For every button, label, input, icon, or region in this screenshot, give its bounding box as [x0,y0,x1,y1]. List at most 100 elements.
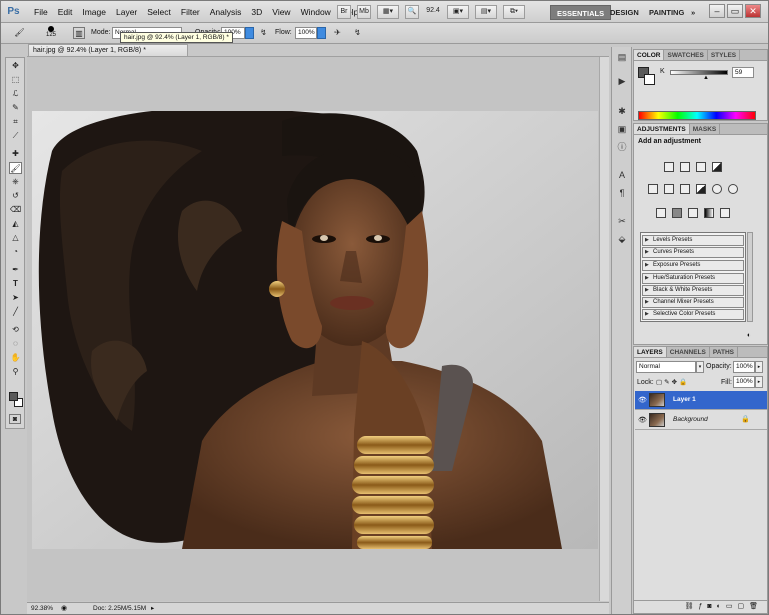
preset-hue-saturation[interactable]: Hue/Saturation Presets [642,273,744,284]
menu-filter[interactable]: Filter [176,1,205,23]
channel-mixer-icon[interactable] [728,184,738,194]
menu-file[interactable]: File [29,1,53,23]
arrange-documents-icon[interactable]: ⧉▾ [503,5,525,19]
pen-tool-icon[interactable]: ✒ [9,264,22,276]
3d-rotate-tool-icon[interactable]: ⟲ [9,324,22,336]
layer-row[interactable]: 👁 Background 🔒 [635,411,767,430]
color-bg-swatch[interactable] [644,74,655,85]
workspace-design[interactable]: DESIGN [604,5,645,20]
layer-name[interactable]: Background [673,416,708,423]
bridge-button[interactable]: Br [337,5,351,19]
3d-panel-icon[interactable]: ✱ [616,105,628,117]
lock-icons[interactable]: ▢✎✥🔒 [656,378,689,386]
workspace-essentials[interactable]: ESSENTIALS [550,5,612,20]
k-slider[interactable] [670,70,728,75]
color-swatches[interactable] [9,392,23,408]
visibility-eye-icon[interactable]: 👁 [638,416,647,424]
vibrance-icon[interactable] [648,184,658,194]
document-canvas[interactable] [32,111,598,549]
menu-image[interactable]: Image [77,1,111,23]
presets-scrollbar[interactable] [747,232,753,322]
pressure-size-icon[interactable]: ↯ [351,27,364,39]
foreground-color-swatch[interactable] [9,392,18,401]
eyedropper-tool-icon[interactable]: ⟋ [9,130,22,142]
minimize-button[interactable]: – [709,4,725,18]
pressure-opacity-icon[interactable]: ↯ [257,27,270,39]
crop-tool-icon[interactable]: ⌗ [9,116,22,128]
flow-input[interactable]: 100% [295,27,317,39]
minibridge-button[interactable]: Mb [357,5,371,19]
spot-healing-tool-icon[interactable]: ✚ [9,148,22,160]
black-white-icon[interactable] [696,184,706,194]
exposure-icon[interactable] [712,162,722,172]
marquee-tool-icon[interactable]: ⬚ [9,74,22,86]
fill-input[interactable]: 100% [733,376,755,388]
paint-bucket-tool-icon[interactable]: ◭ [9,218,22,230]
clone-source-panel-icon[interactable]: ▣ [616,123,628,135]
clone-stamp-tool-icon[interactable]: ⎈ [9,176,22,188]
arrange-icon[interactable]: ▤▾ [475,5,497,19]
preset-levels[interactable]: Levels Presets [642,235,744,246]
posterize-icon[interactable] [672,208,682,218]
color-spectrum-ramp[interactable] [638,111,756,120]
opacity-arrow-icon[interactable] [245,27,254,39]
brush-tool-icon[interactable]: 🖌 [9,162,22,174]
zoom-icon[interactable]: 🔍 [405,5,419,19]
eraser-tool-icon[interactable]: ⌫ [9,204,22,216]
brush-picker[interactable]: 125 [41,25,61,43]
preset-curves[interactable]: Curves Presets [642,247,744,258]
gradient-map-icon[interactable] [704,208,714,218]
status-info-icon[interactable]: ◉ [61,603,67,614]
airbrush-icon[interactable]: ✈ [331,27,344,39]
threshold-icon[interactable] [688,208,698,218]
tab-styles[interactable]: STYLES [708,50,741,60]
tab-paths[interactable]: PATHS [710,347,738,357]
menu-layer[interactable]: Layer [111,1,142,23]
zoom-readout[interactable]: 92.38% [31,603,53,614]
quick-selection-tool-icon[interactable]: ✎ [9,102,22,114]
preset-channel-mixer[interactable]: Channel Mixer Presets [642,297,744,308]
hand-tool-icon[interactable]: ✋ [9,352,22,364]
3d-orbit-tool-icon[interactable]: ◌ [9,338,22,350]
adjustments-footer-icon[interactable]: ◐ [747,332,751,339]
vertical-scrollbar[interactable] [599,57,609,601]
menu-view[interactable]: View [267,1,295,23]
brush-tool-preset-icon[interactable]: 🖌 [13,27,26,39]
dodge-tool-icon[interactable]: ◔ [9,246,22,258]
curves-icon[interactable] [696,162,706,172]
quick-mask-icon[interactable]: ◙ [9,414,21,424]
tab-channels[interactable]: CHANNELS [667,347,710,357]
preset-black-white[interactable]: Black & White Presets [642,285,744,296]
paragraph-panel-icon[interactable]: ¶ [616,187,628,199]
view-extras-icon[interactable]: ▦▾ [377,5,399,19]
workspace-painting[interactable]: PAINTING [643,5,690,20]
lasso-tool-icon[interactable]: ℒ [9,88,22,100]
zoom-tool-icon[interactable]: ⚲ [9,366,22,378]
photo-filter-icon[interactable] [712,184,722,194]
tool-presets-icon[interactable]: ✂ [616,215,628,227]
preset-exposure[interactable]: Exposure Presets [642,260,744,271]
path-selection-tool-icon[interactable]: ➤ [9,292,22,304]
shape-tool-icon[interactable]: ╱ [9,306,22,318]
visibility-eye-icon[interactable]: 👁 [638,396,647,404]
brush-presets-icon[interactable]: ⬙ [616,233,628,245]
k-slider-thumb-icon[interactable]: ▲ [703,75,709,81]
flow-arrow-icon[interactable] [317,27,326,39]
tab-adjustments[interactable]: ADJUSTMENTS [634,124,690,134]
tab-color[interactable]: COLOR [634,50,665,60]
hue-saturation-icon[interactable] [664,184,674,194]
status-menu-icon[interactable]: ▸ [151,603,154,614]
blur-tool-icon[interactable]: △ [9,232,22,244]
history-panel-icon[interactable]: ▤ [616,51,628,63]
type-tool-icon[interactable]: T [9,278,22,290]
levels-icon[interactable] [680,162,690,172]
menu-3d[interactable]: 3D [246,1,267,23]
menu-edit[interactable]: Edit [53,1,78,23]
tab-layers[interactable]: LAYERS [634,347,667,357]
invert-icon[interactable] [656,208,666,218]
tab-masks[interactable]: MASKS [690,124,721,134]
preset-selective-color[interactable]: Selective Color Presets [642,309,744,320]
k-value-input[interactable]: 59 [732,67,754,78]
move-tool-icon[interactable]: ✥ [9,60,22,72]
history-brush-tool-icon[interactable]: ↺ [9,190,22,202]
